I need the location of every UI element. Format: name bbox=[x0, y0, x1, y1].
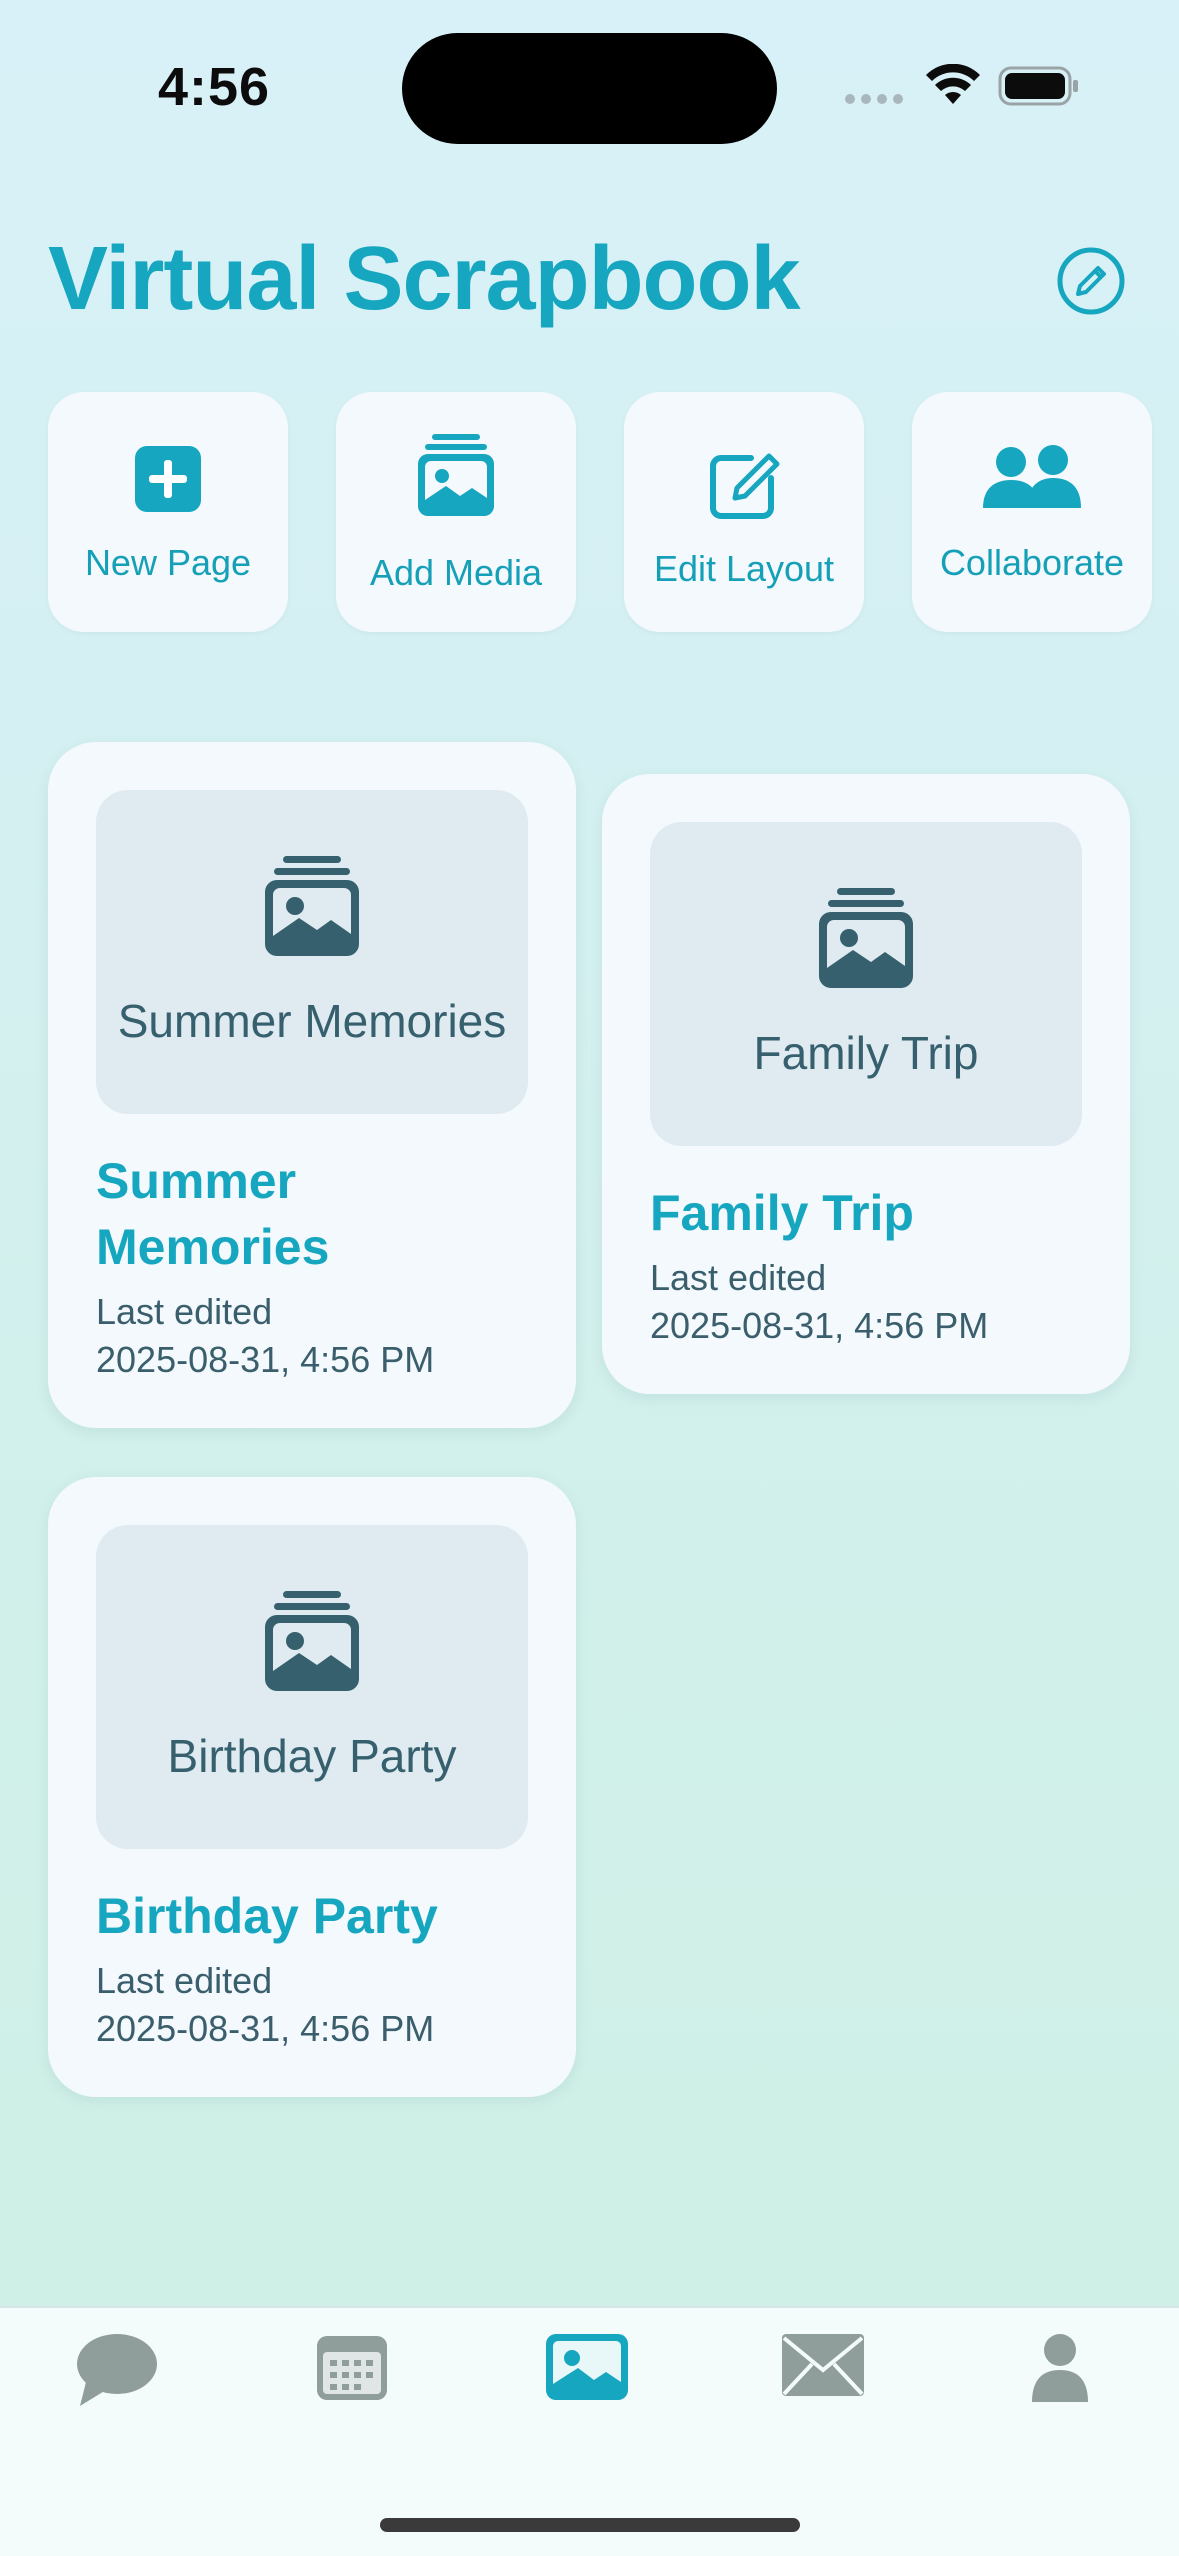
scrapbook-card-summer-memories[interactable]: Summer Memories Summer Memories Last edi… bbox=[48, 742, 576, 1428]
last-edited-label: Last edited bbox=[96, 1960, 273, 2001]
last-edited-date: 2025-08-31, 4:56 PM bbox=[96, 2008, 435, 2049]
thumbnail-title: Birthday Party bbox=[167, 1730, 457, 1782]
add-media-label: Add Media bbox=[369, 552, 543, 593]
chat-bubble-icon[interactable] bbox=[76, 2332, 158, 2408]
photo-stack-icon bbox=[418, 434, 494, 516]
scrapbook-title: Birthday Party bbox=[96, 1888, 438, 1944]
status-time: 4:56 bbox=[158, 57, 271, 117]
last-edited-label: Last edited bbox=[96, 1291, 273, 1332]
last-edited-label: Last edited bbox=[650, 1257, 827, 1298]
envelope-icon[interactable] bbox=[780, 2332, 866, 2398]
photo-stack-icon bbox=[819, 888, 913, 988]
scrapbook-thumbnail: Family Trip bbox=[650, 822, 1082, 1146]
plus-square-icon bbox=[135, 446, 201, 512]
photo-icon[interactable] bbox=[546, 2332, 628, 2402]
home-indicator bbox=[380, 2518, 800, 2532]
collaborate-button[interactable]: Collaborate bbox=[912, 392, 1152, 632]
scrapbook-thumbnail: Summer Memories bbox=[96, 790, 528, 1114]
edit-square-icon bbox=[710, 453, 780, 519]
photo-stack-icon bbox=[265, 856, 359, 956]
people-icon bbox=[983, 445, 1081, 508]
person-icon[interactable] bbox=[1030, 2332, 1090, 2402]
edit-layout-button[interactable]: Edit Layout bbox=[624, 392, 864, 632]
calendar-icon[interactable] bbox=[316, 2332, 388, 2402]
scrapbook-card-family-trip[interactable]: Family Trip Family Trip Last edited 2025… bbox=[602, 774, 1130, 1394]
thumbnail-title: Family Trip bbox=[753, 1027, 979, 1079]
new-page-button[interactable]: New Page bbox=[48, 392, 288, 632]
battery-icon bbox=[998, 66, 1078, 106]
thumbnail-title: Summer Memories bbox=[117, 995, 507, 1047]
add-media-button[interactable]: Add Media bbox=[336, 392, 576, 632]
collaborate-label: Collaborate bbox=[939, 542, 1125, 583]
last-edited-date: 2025-08-31, 4:56 PM bbox=[650, 1305, 989, 1346]
pencil-circle-icon[interactable] bbox=[1056, 246, 1126, 316]
page-title: Virtual Scrapbook bbox=[48, 229, 801, 329]
scrapbook-title: Summer Memories bbox=[96, 1153, 330, 1275]
last-edited-date: 2025-08-31, 4:56 PM bbox=[96, 1339, 435, 1380]
scrapbook-title: Family Trip bbox=[650, 1185, 914, 1241]
wifi-icon bbox=[926, 64, 980, 104]
edit-layout-label: Edit Layout bbox=[653, 548, 835, 589]
scrapbook-thumbnail: Birthday Party bbox=[96, 1525, 528, 1849]
new-page-label: New Page bbox=[84, 542, 252, 583]
photo-stack-icon bbox=[265, 1591, 359, 1691]
dynamic-island bbox=[402, 33, 777, 144]
scrapbook-card-birthday-party[interactable]: Birthday Party Birthday Party Last edite… bbox=[48, 1477, 576, 2097]
